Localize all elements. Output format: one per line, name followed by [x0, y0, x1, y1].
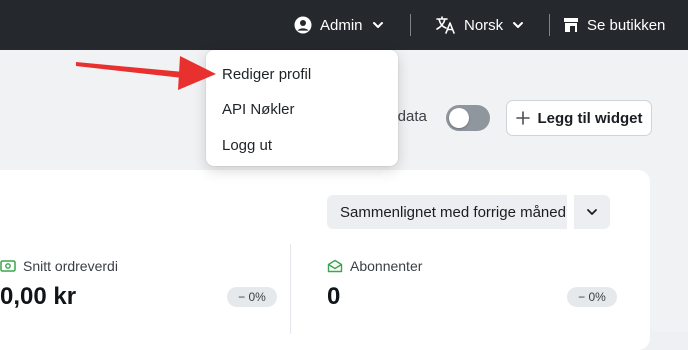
language-label: Norsk	[464, 16, 504, 34]
user-menu-toggle[interactable]: Admin	[294, 0, 385, 50]
metric-label: Abonnenter	[327, 258, 422, 274]
user-circle-icon	[294, 16, 312, 34]
menu-item-logout[interactable]: Logg ut	[222, 137, 272, 154]
translate-icon	[436, 16, 455, 34]
metric-value: 0,00 kr	[0, 283, 77, 310]
envelope-icon	[327, 259, 343, 273]
metric-label: Snitt ordreverdi	[0, 258, 118, 274]
metric-label-text: Abonnenter	[350, 258, 423, 274]
topbar-separator	[549, 14, 550, 36]
comparison-select[interactable]: Sammenlignet med forrige måned	[327, 195, 567, 229]
menu-item-edit-profile[interactable]: Rediger profil	[222, 66, 311, 83]
view-store-link[interactable]: Se butikken	[563, 0, 665, 50]
change-badge: − 0%	[567, 287, 617, 307]
user-dropdown-menu: Rediger profil API Nøkler Logg ut	[206, 50, 398, 166]
topbar-separator	[410, 14, 411, 36]
comparison-dropdown-button[interactable]	[574, 195, 610, 229]
add-widget-label: Legg til widget	[537, 109, 643, 127]
chevron-down-icon	[587, 209, 597, 215]
comparison-label: Sammenlignet med forrige måned	[340, 203, 566, 221]
view-store-label: Se butikken	[587, 16, 666, 34]
add-widget-button[interactable]: Legg til widget	[506, 100, 652, 136]
metric-label-text: Snitt ordreverdi	[23, 258, 118, 274]
chevron-down-icon	[372, 22, 383, 28]
user-menu-label: Admin	[320, 16, 363, 34]
menu-item-api-keys[interactable]: API Nøkler	[222, 101, 295, 118]
money-icon	[0, 260, 16, 272]
language-selector[interactable]: Norsk	[436, 0, 525, 50]
chevron-down-icon	[513, 22, 524, 28]
test-data-toggle[interactable]	[446, 105, 490, 131]
metric-value: 0	[327, 283, 341, 310]
plus-icon	[515, 111, 530, 125]
change-badge: − 0%	[227, 287, 277, 307]
store-icon	[564, 18, 578, 32]
metric-divider	[290, 244, 291, 334]
annotation-arrow	[76, 56, 216, 90]
